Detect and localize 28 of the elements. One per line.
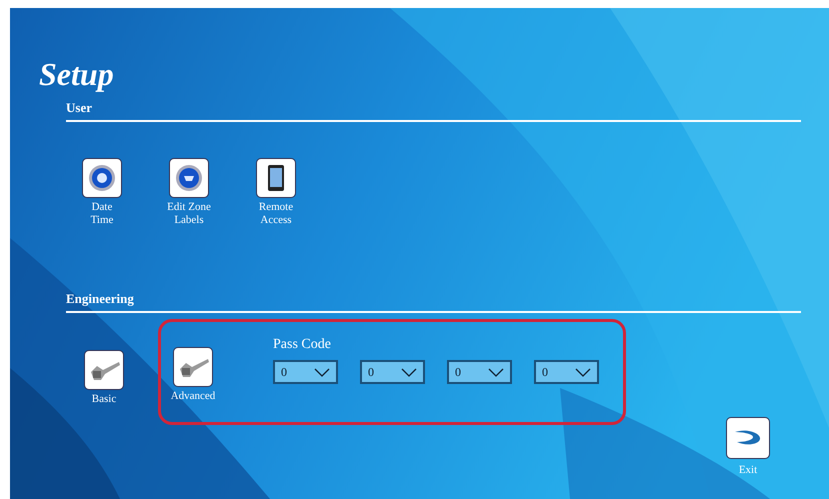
exit-button[interactable] [726, 417, 770, 459]
setup-tile-button[interactable] [173, 347, 213, 387]
tile-label: Date Time [90, 201, 114, 227]
chevron-down-icon [401, 368, 417, 376]
setup-tile-button[interactable] [84, 350, 124, 390]
setup-tile-button[interactable] [256, 158, 296, 198]
exit-label: Exit [738, 463, 758, 478]
digit-dropdown[interactable]: 0 [273, 360, 338, 384]
pass-code-label: Pass Code [273, 336, 332, 354]
digit-dropdown[interactable]: 0 [534, 360, 599, 384]
tablet-icon [267, 164, 285, 192]
tile-label: Edit Zone Labels [167, 201, 211, 227]
digit-dropdown[interactable]: 0 [360, 360, 425, 384]
setup-tile-button[interactable] [82, 158, 122, 198]
section-heading: Engineering [66, 290, 134, 308]
section-heading: User [66, 99, 92, 117]
page-title: Setup [39, 58, 114, 90]
swoosh-icon [733, 429, 763, 447]
digit-dropdown[interactable]: 0 [447, 360, 512, 384]
clock-icon [88, 164, 116, 192]
chevron-down-icon [314, 368, 330, 376]
chevron-down-icon [488, 368, 504, 376]
setup-tile-button[interactable] [169, 158, 209, 198]
chevron-down-icon [575, 368, 591, 376]
tile-label: Advanced [170, 390, 216, 403]
disc-icon [175, 164, 203, 192]
tile-label: Remote Access [258, 201, 294, 227]
tile-label: Basic [92, 393, 116, 406]
